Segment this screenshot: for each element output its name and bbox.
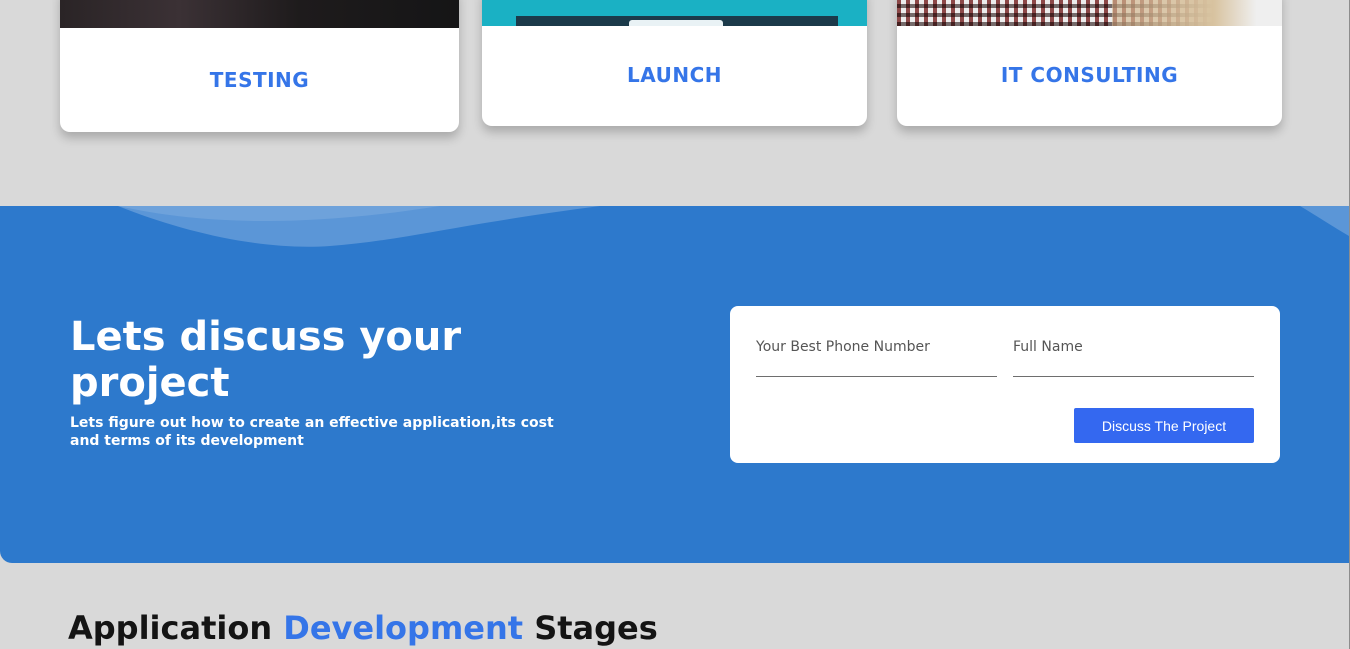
discuss-project-section: Lets discuss your project Lets figure ou… [0,206,1349,563]
phone-input[interactable] [756,332,997,377]
desk-detail [1112,0,1282,26]
service-card-it-consulting[interactable]: IT CONSULTING [897,0,1282,126]
stages-heading: Application Development Stages [68,606,658,649]
service-card-title: IT CONSULTING [1000,63,1179,87]
launch-image [482,0,867,26]
testing-image [60,0,459,28]
contact-form: Discuss The Project [730,306,1280,463]
full-name-input[interactable] [1013,332,1254,377]
service-card-title: TESTING [209,68,310,92]
it-consulting-image [897,0,1282,26]
service-card-title: LAUNCH [626,63,722,87]
cta-heading: Lets discuss your project [70,314,462,406]
phone-field-wrapper [756,332,997,378]
stages-heading-accent: Development [283,609,524,647]
stages-heading-part1: Application [68,609,273,647]
name-field-wrapper [1013,332,1254,378]
laptop-tab [629,20,723,26]
service-card-launch[interactable]: LAUNCH [482,0,867,126]
service-card-testing[interactable]: TESTING [60,0,459,132]
discuss-project-button[interactable]: Discuss The Project [1074,408,1254,443]
stages-heading-part2: Stages [534,609,658,647]
page: TESTING LAUNCH IT CONSULTING Lets discus… [0,0,1350,649]
cta-subtext: Lets figure out how to create an effecti… [70,415,554,449]
